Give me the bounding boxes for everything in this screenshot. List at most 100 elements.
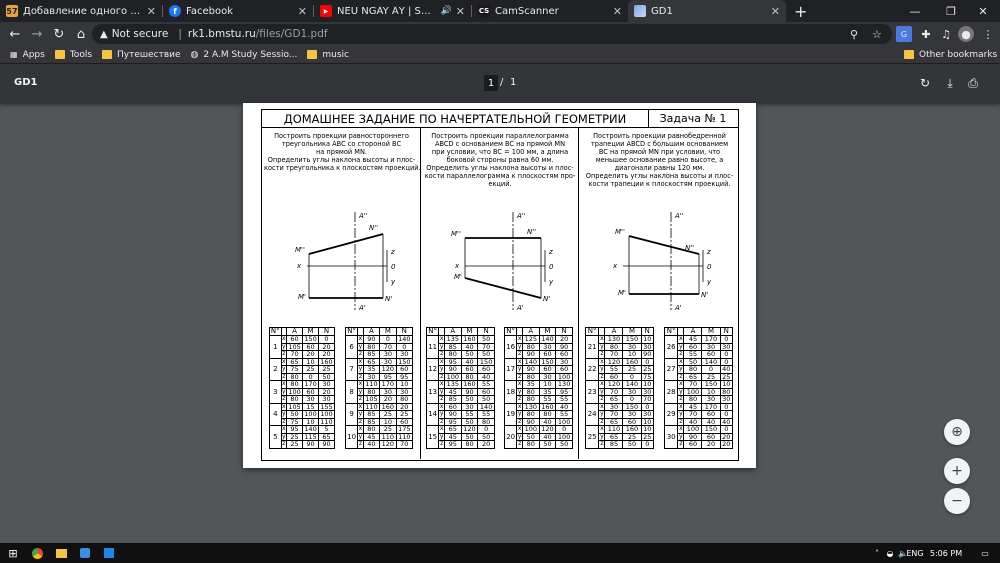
profile-avatar[interactable]: ●: [958, 26, 974, 42]
app-taskbar-icon[interactable]: [78, 546, 92, 560]
coordinate-value: 35: [362, 365, 381, 374]
coordinate-value: 20: [555, 335, 573, 344]
label-n2: N'': [369, 224, 378, 232]
forward-icon[interactable]: →: [26, 23, 48, 45]
tab-title: GD1: [651, 5, 673, 17]
zoom-in-button[interactable]: +: [944, 458, 970, 484]
rotate-icon[interactable]: ↻: [917, 75, 933, 91]
bookmark-apps[interactable]: ▦ Apps: [10, 50, 45, 60]
assignment-header: ДОМАШНЕЕ ЗАДАНИЕ ПО НАЧЕРТАТЕЛЬНОЙ ГЕОМЕ…: [262, 110, 738, 128]
bookmark-travel[interactable]: Путешествие: [102, 50, 181, 60]
coordinate-value: 140: [538, 335, 557, 344]
back-icon[interactable]: ←: [4, 23, 26, 45]
coordinate-value: 120: [538, 425, 557, 434]
zoom-out-button[interactable]: −: [944, 488, 970, 514]
coordinate-value: 75: [286, 365, 304, 374]
audio-playing-icon[interactable]: 🔊: [441, 6, 452, 16]
windows-start-icon[interactable]: ⊞: [6, 546, 20, 560]
coordinate-value: 160: [622, 425, 642, 434]
variant-number: 1: [269, 335, 282, 359]
variant-number: 30: [663, 425, 679, 449]
coordinate-value: 50: [622, 440, 642, 449]
facebook-icon: f: [169, 5, 181, 17]
tab-title: Добавление одного файла » Сч: [23, 5, 143, 17]
fit-page-button[interactable]: ⊕: [944, 419, 970, 445]
download-icon[interactable]: ⤓: [942, 75, 958, 91]
label-x: x: [612, 262, 618, 270]
variant-number: 18: [503, 380, 518, 404]
close-icon[interactable]: ✕: [147, 5, 156, 18]
coordinate-value: 10: [640, 335, 655, 344]
translate-extension-icon[interactable]: G: [896, 26, 912, 42]
keyboard-language[interactable]: ENG: [903, 546, 927, 560]
tab-3[interactable]: ▶ NẾU NGÀY ẤY | SOOBIN HO 🔊 ✕: [314, 0, 471, 22]
minimize-icon[interactable]: —: [898, 0, 932, 22]
search-icon[interactable]: ⚲: [850, 24, 858, 44]
tab-5-active[interactable]: GD1 ✕: [628, 0, 786, 22]
cscamp-icon: 57: [6, 5, 18, 17]
coordinate-value: 125: [521, 335, 540, 344]
puzzle-extension-icon[interactable]: ✚: [918, 26, 934, 42]
page-separator: /: [500, 77, 504, 88]
coordinate-value: 90: [640, 350, 655, 359]
star-icon[interactable]: ☆: [872, 24, 882, 44]
bookmark-music[interactable]: music: [307, 50, 349, 60]
table-row: 11 x 135 160 50: [425, 335, 495, 359]
table-row: 30 x 100 150 0: [663, 425, 734, 449]
bookmark-tools[interactable]: Tools: [54, 50, 92, 60]
tray-chevron-icon[interactable]: ˄: [870, 546, 884, 560]
variants-table-1-5: N° A M N 1 x 60 150 0 y 105 60 20 z 70 20 20 2 x 65 10 160 y 75…: [269, 327, 335, 449]
table-row: 1 x 60 150 0: [269, 335, 335, 359]
coordinate-value: 30: [701, 395, 721, 404]
tab-2[interactable]: f Facebook ✕: [163, 0, 313, 22]
pdf-page: ДОМАШНЕЕ ЗАДАНИЕ ПО НАЧЕРТАТЕЛЬНОЙ ГЕОМЕ…: [243, 103, 756, 468]
variant-number: 9: [344, 402, 359, 426]
coordinate-value: 65: [443, 425, 462, 434]
page-number-input[interactable]: 1: [484, 75, 498, 91]
coordinate-value: 50: [477, 395, 495, 404]
close-icon[interactable]: ✕: [613, 5, 622, 18]
address-bar[interactable]: ▲ Not secure | rk1.bmstu.ru/files/GD1.pd…: [92, 24, 892, 44]
home-icon[interactable]: ⌂: [70, 23, 92, 45]
bookmark-study[interactable]: ◍ 2 A.M Study Sessio...: [191, 50, 298, 60]
table-row: 20 x 100 120 0: [503, 425, 573, 449]
reload-icon[interactable]: ↻: [48, 23, 70, 45]
variant-number: 11: [425, 335, 440, 359]
close-icon[interactable]: ✕: [456, 5, 465, 18]
coordinate-value: 60: [286, 335, 304, 344]
menu-dots-icon[interactable]: ⋮: [980, 26, 996, 42]
coordinate-value: 90: [521, 365, 540, 374]
coordinate-value: 60: [477, 365, 495, 374]
bookmark-other[interactable]: Other bookmarks: [904, 50, 997, 60]
tab-1[interactable]: 57 Добавление одного файла » Сч ✕: [0, 0, 162, 22]
close-window-icon[interactable]: ✕: [966, 0, 1000, 22]
close-icon[interactable]: ✕: [771, 5, 780, 18]
tab-4[interactable]: CS CamScanner ✕: [472, 0, 628, 22]
new-tab-button[interactable]: +: [786, 0, 815, 22]
variants-table-16-20: N° A M N 16 x 125 140 20 y 80 30 90 z 90 60 60 17 x 140 150 3…: [503, 327, 573, 449]
network-icon[interactable]: ◒: [883, 546, 897, 560]
coordinate-value: 170: [302, 380, 319, 389]
file-explorer-icon[interactable]: [54, 546, 68, 560]
coordinate-value: 70: [604, 350, 624, 359]
close-icon[interactable]: ✕: [298, 5, 307, 18]
print-icon[interactable]: ⎙: [965, 75, 981, 91]
line-mn-front: [308, 233, 384, 255]
coordinate-value: 70: [286, 350, 304, 359]
coordinate-value: 20: [477, 440, 495, 449]
security-label: Not secure: [111, 28, 169, 40]
coordinate-value: 80: [683, 365, 703, 374]
chrome-taskbar-icon[interactable]: [30, 546, 44, 560]
notifications-icon[interactable]: ▭: [978, 546, 992, 560]
folder-icon: [904, 50, 914, 59]
media-control-icon[interactable]: ♫: [938, 26, 954, 42]
label-o: 0: [707, 263, 712, 271]
clock[interactable]: 5:06 PM: [929, 546, 963, 560]
coordinate-value: 135: [443, 380, 462, 389]
coordinate-value: 110: [604, 425, 624, 434]
bookmark-label: 2 A.M Study Sessio...: [203, 49, 298, 60]
restore-icon[interactable]: ❐: [934, 0, 968, 22]
app2-taskbar-icon[interactable]: [102, 546, 116, 560]
coordinate-value: 60: [538, 365, 557, 374]
table-row: N° A M N: [663, 327, 734, 336]
